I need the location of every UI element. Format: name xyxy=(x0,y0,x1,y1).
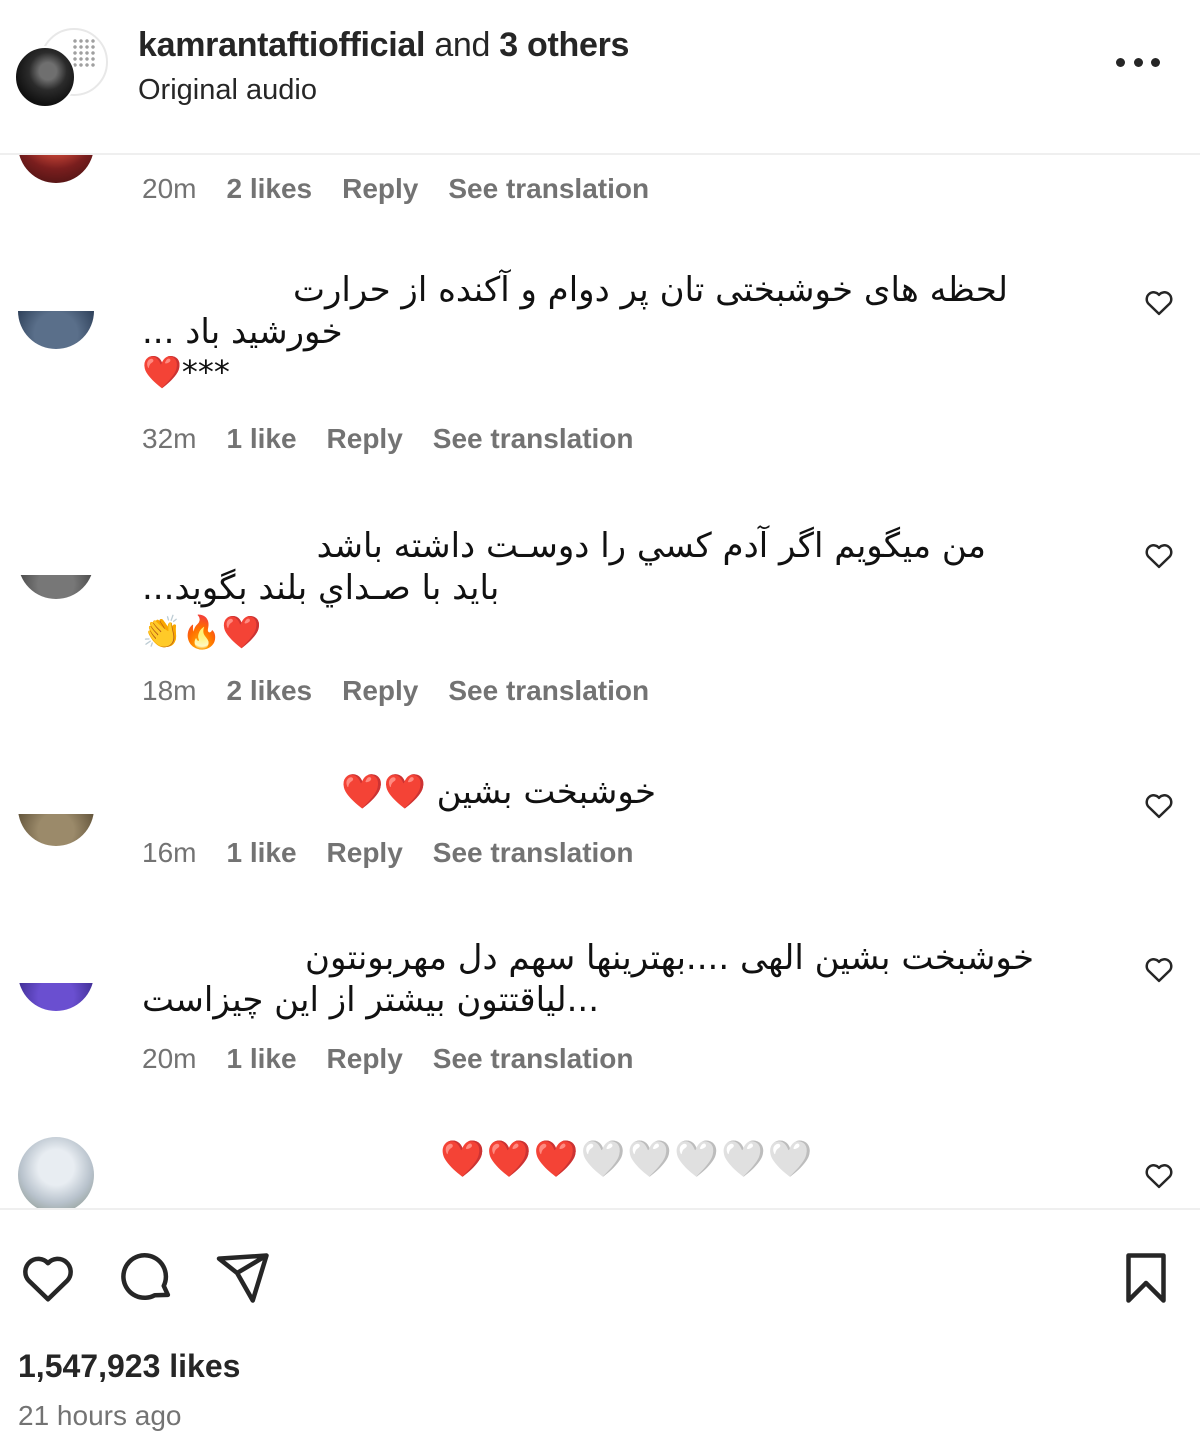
comment-time: 20m xyxy=(142,1043,197,1074)
profile-picture[interactable] xyxy=(14,46,76,108)
connector-text: and xyxy=(434,26,491,64)
post-actions-section: 1,547,923 likes 21 hours ago xyxy=(0,1208,1200,1440)
see-translation-button[interactable]: See translation xyxy=(433,423,634,455)
comment-time: 18m xyxy=(142,675,197,706)
reply-button[interactable]: Reply xyxy=(327,837,403,869)
comment-line: خوشبخت بشین الهی ....بهترینها سهم دل مهر… xyxy=(305,938,1034,978)
see-translation-button[interactable]: See translation xyxy=(433,837,634,869)
send-icon[interactable] xyxy=(214,1248,274,1308)
reply-button[interactable]: Reply xyxy=(342,173,418,205)
comment-emoji: ❤️*** xyxy=(142,353,230,391)
post-timestamp: 21 hours ago xyxy=(18,1400,182,1431)
comment-line: من ميگويم اگر آدم كسي را دوسـت داشته باش… xyxy=(316,526,986,566)
bookmark-icon[interactable] xyxy=(1116,1248,1176,1308)
see-translation-button[interactable]: See translation xyxy=(448,173,649,205)
comment-line: لحظه های خوشبختی تان پر دوام و آکنده از … xyxy=(292,270,1008,310)
comment-icon[interactable] xyxy=(116,1248,176,1308)
comment-likes[interactable]: 1 like xyxy=(226,423,296,455)
post-header: kamrantaftiofficial and 3 others Origina… xyxy=(0,0,1200,155)
comment-text: خوشبخت بشین الهی ....بهترینها سهم دل مهر… xyxy=(142,935,1034,1023)
comment-text: ❤️❤️❤️🤍🤍🤍🤍🤍 xyxy=(440,1137,820,1183)
collaborators-link[interactable]: 3 others xyxy=(499,26,629,64)
more-horizontal-icon[interactable] xyxy=(1116,58,1160,72)
commenter-avatar[interactable] xyxy=(18,311,94,349)
comments-list[interactable]: 20m 2 likes Reply See translation لحظه ه… xyxy=(0,155,1200,1208)
see-translation-button[interactable]: See translation xyxy=(448,675,649,707)
comment-likes[interactable]: 1 like xyxy=(226,837,296,869)
see-translation-button[interactable]: See translation xyxy=(433,1043,634,1075)
reply-button[interactable]: Reply xyxy=(342,675,418,707)
comment-likes[interactable]: 2 likes xyxy=(226,173,312,205)
commenter-avatar[interactable] xyxy=(18,1137,94,1208)
comment-like-heart-icon[interactable] xyxy=(1144,791,1174,819)
comment-meta: 20m 2 likes Reply See translation xyxy=(142,173,649,205)
comment-meta: 32m 1 like Reply See translation xyxy=(142,423,634,455)
comment-time: 20m xyxy=(142,173,197,204)
post-authors: kamrantaftiofficial and 3 others xyxy=(138,26,629,65)
comment-time: 16m xyxy=(142,837,197,868)
commenter-avatar[interactable] xyxy=(18,814,94,846)
comment-meta: 16m 1 like Reply See translation xyxy=(142,837,634,869)
comment-emoji: ❤️❤️❤️🤍🤍🤍🤍🤍 xyxy=(440,1139,815,1180)
comment-like-heart-icon[interactable] xyxy=(1144,955,1174,983)
author-avatar[interactable] xyxy=(14,26,108,110)
comment-text: من ميگويم اگر آدم كسي را دوسـت داشته باش… xyxy=(142,523,986,655)
comment-meta: 18m 2 likes Reply See translation xyxy=(142,675,649,707)
audio-label[interactable]: Original audio xyxy=(138,74,317,107)
comment-text: لحظه های خوشبختی تان پر دوام و آکنده از … xyxy=(142,267,1008,395)
heart-icon[interactable] xyxy=(18,1248,78,1308)
comment-like-heart-icon[interactable] xyxy=(1144,288,1174,316)
comment-line: ...لیاقتتون بیشتر از این چیزاست xyxy=(142,980,600,1020)
comment-emoji: 👏🔥❤️ xyxy=(142,613,262,651)
comment-like-heart-icon[interactable] xyxy=(1144,1161,1174,1189)
commenter-avatar[interactable] xyxy=(18,983,94,1011)
comment-line: خوشبخت بشین ❤️❤️ xyxy=(341,772,656,812)
comment-time: 32m xyxy=(142,423,197,454)
comment-meta: 20m 1 like Reply See translation xyxy=(142,1043,634,1075)
reply-button[interactable]: Reply xyxy=(327,423,403,455)
post-likes-count[interactable]: 1,547,923 likes xyxy=(18,1348,240,1385)
reply-button[interactable]: Reply xyxy=(327,1043,403,1075)
author-username[interactable]: kamrantaftiofficial xyxy=(138,26,425,64)
comment-text: خوشبخت بشین ❤️❤️ xyxy=(142,769,656,815)
commenter-avatar[interactable] xyxy=(18,575,94,599)
comment-line: بايد با صـداي بلند بگويد... xyxy=(142,568,500,608)
comment-likes[interactable]: 2 likes xyxy=(226,675,312,707)
commenter-avatar[interactable] xyxy=(18,155,94,183)
comment-likes[interactable]: 1 like xyxy=(226,1043,296,1075)
comment-like-heart-icon[interactable] xyxy=(1144,541,1174,569)
